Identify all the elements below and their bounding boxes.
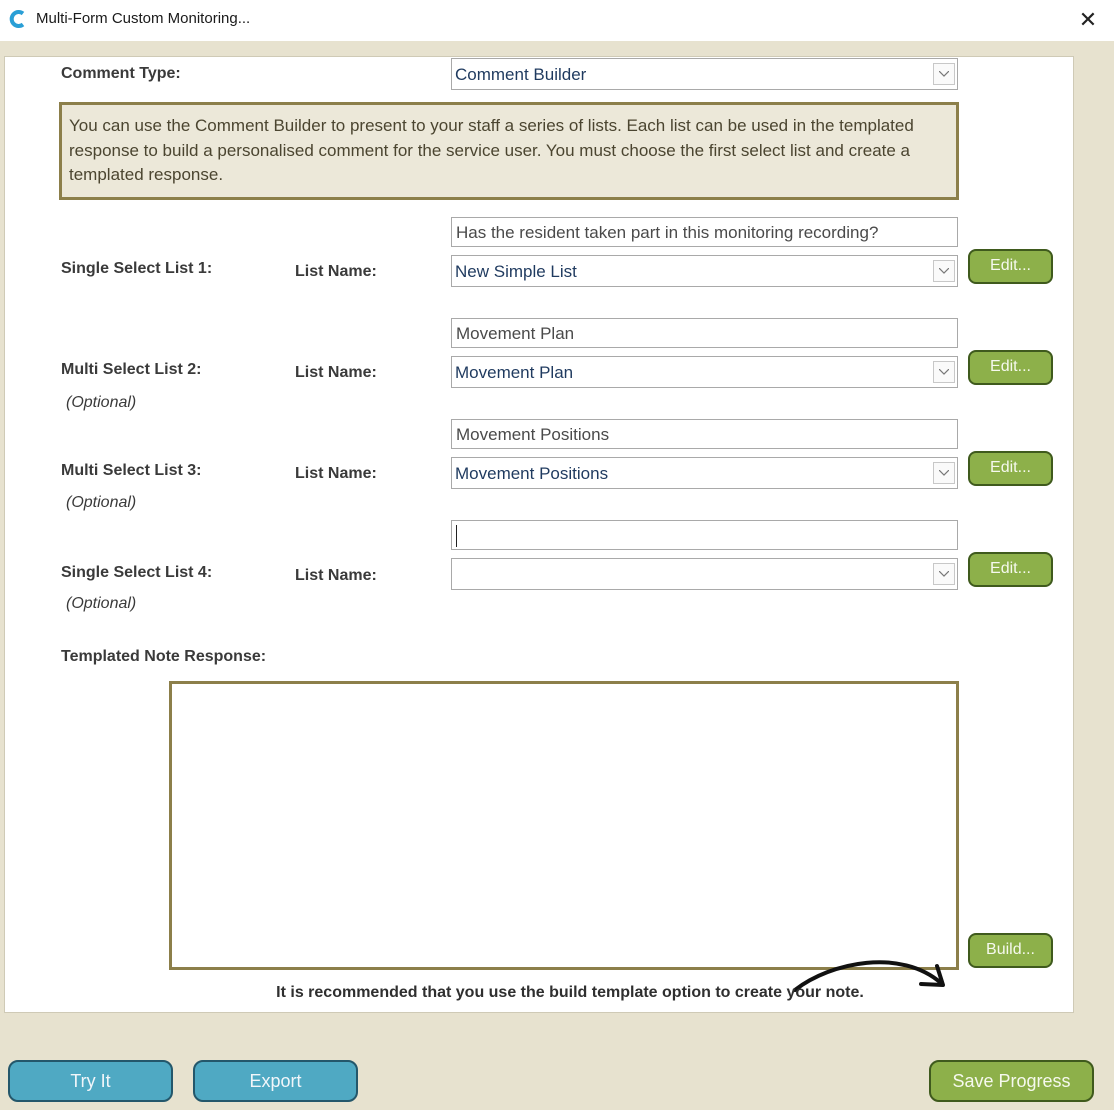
list2-question-input[interactable]: Movement Plan [451,318,958,348]
form-panel: Comment Type: Comment Builder You can us… [4,56,1074,1013]
window-title: Multi-Form Custom Monitoring... [36,10,251,27]
list1-question-value: Has the resident taken part in this moni… [456,223,879,242]
list2-name-select[interactable]: Movement Plan [451,356,958,388]
list2-optional-label: (Optional) [66,394,137,411]
list1-name-value: New Simple List [455,262,577,281]
list3-label: Multi Select List 3: [61,462,202,479]
list3-question-input[interactable]: Movement Positions [451,419,958,449]
chevron-down-icon[interactable] [933,361,955,383]
list4-label: Single Select List 4: [61,564,213,581]
chevron-down-icon[interactable] [933,63,955,85]
text-caret [456,525,457,547]
list2-name-label: List Name: [295,364,377,381]
chevron-down-icon[interactable] [933,462,955,484]
comment-type-label: Comment Type: [61,65,181,82]
list2-question-value: Movement Plan [456,324,575,343]
info-box: You can use the Comment Builder to prese… [59,102,959,200]
list4-name-label: List Name: [295,567,377,584]
templated-note-textarea[interactable] [169,681,959,970]
list3-edit-button[interactable]: Edit... [968,451,1053,486]
list3-name-value: Movement Positions [455,464,609,483]
list2-name-value: Movement Plan [455,363,574,382]
list1-name-select[interactable]: New Simple List [451,255,958,287]
list1-label: Single Select List 1: [61,260,213,277]
try-it-button[interactable]: Try It [8,1060,173,1102]
list2-label: Multi Select List 2: [61,361,202,378]
build-recommendation-note: It is recommended that you use the build… [276,984,864,1001]
templated-note-label: Templated Note Response: [61,648,267,665]
list3-optional-label: (Optional) [66,494,137,511]
list3-name-label: List Name: [295,465,377,482]
list4-name-select[interactable] [451,558,958,590]
comment-type-select[interactable]: Comment Builder [451,58,958,90]
list4-optional-label: (Optional) [66,595,137,612]
list1-name-label: List Name: [295,263,377,280]
chevron-down-icon[interactable] [933,563,955,585]
save-progress-button[interactable]: Save Progress [929,1060,1094,1102]
build-button[interactable]: Build... [968,933,1053,968]
list1-edit-button[interactable]: Edit... [968,249,1053,284]
list3-name-select[interactable]: Movement Positions [451,457,958,489]
list3-question-value: Movement Positions [456,425,610,444]
list1-question-input[interactable]: Has the resident taken part in this moni… [451,217,958,247]
list2-edit-button[interactable]: Edit... [968,350,1053,385]
title-bar: Multi-Form Custom Monitoring... ✕ [0,0,1114,41]
export-button[interactable]: Export [193,1060,358,1102]
list4-question-input[interactable] [451,520,958,550]
close-icon: ✕ [1078,7,1098,32]
close-button[interactable]: ✕ [1076,6,1100,34]
app-logo-icon [9,10,25,28]
comment-type-value: Comment Builder [455,65,587,84]
chevron-down-icon[interactable] [933,260,955,282]
list4-edit-button[interactable]: Edit... [968,552,1053,587]
